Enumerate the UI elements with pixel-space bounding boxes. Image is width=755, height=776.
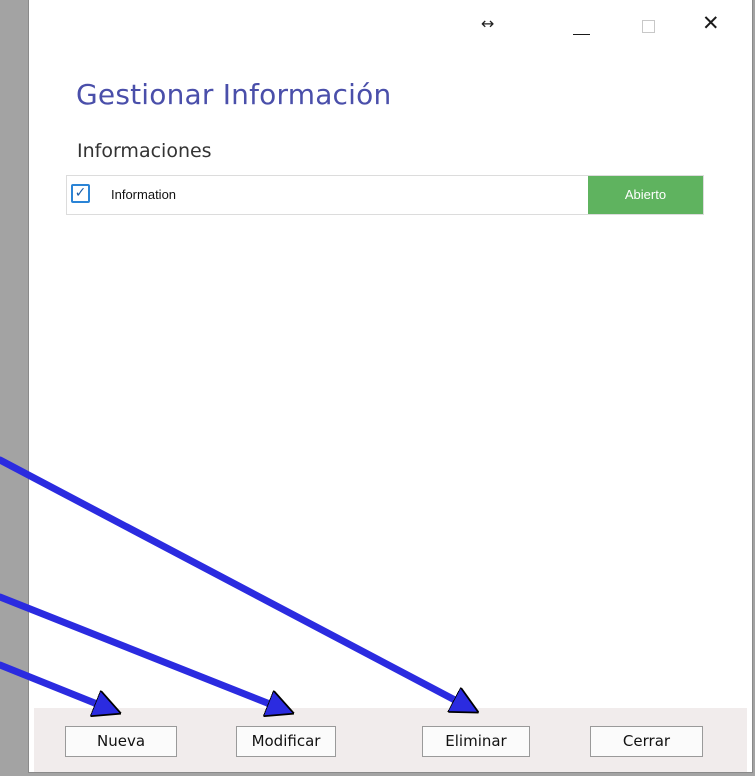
title-bar: ↔ ✕ [29, 0, 752, 50]
close-icon[interactable]: ✕ [702, 13, 720, 34]
status-badge: Abierto [588, 176, 703, 214]
dialog-window: ↔ ✕ Gestionar Información Informaciones … [29, 0, 752, 772]
item-checkbox[interactable]: ✓ [71, 184, 90, 203]
minimize-icon[interactable] [573, 34, 590, 35]
page-title: Gestionar Información [76, 78, 392, 111]
list-label: Informaciones [77, 140, 212, 162]
screenshot-stage: ↔ ✕ Gestionar Información Informaciones … [0, 0, 755, 776]
new-button[interactable]: Nueva [65, 726, 177, 757]
resize-arrows-icon[interactable]: ↔ [481, 14, 494, 34]
close-button[interactable]: Cerrar [590, 726, 703, 757]
button-bar: Nueva Modificar Eliminar Cerrar [34, 708, 747, 772]
modify-button[interactable]: Modificar [236, 726, 336, 757]
maximize-icon[interactable] [642, 20, 655, 33]
information-list: ✓ Information Abierto [66, 175, 704, 215]
item-label: Information [111, 187, 177, 202]
delete-button[interactable]: Eliminar [422, 726, 530, 757]
list-item[interactable]: ✓ Information Abierto [67, 176, 703, 214]
